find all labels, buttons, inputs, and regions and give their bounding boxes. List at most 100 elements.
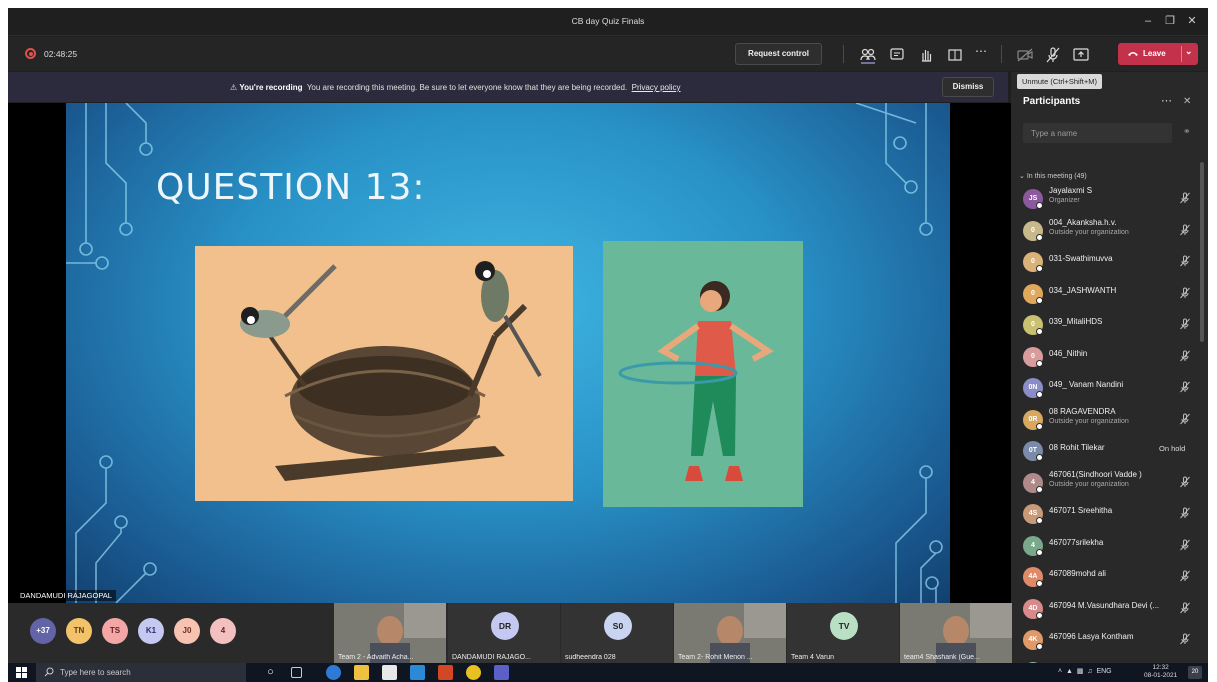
windows-start-icon[interactable] [16, 667, 27, 678]
powerpoint-icon[interactable] [438, 665, 453, 680]
participant-gallery-avatar[interactable]: TN [66, 618, 92, 644]
presence-status-icon [1036, 422, 1043, 430]
participant-gallery-avatar[interactable]: J0 [174, 618, 200, 644]
mic-off-icon [1180, 476, 1190, 487]
restore-icon[interactable]: ❐ [1158, 12, 1182, 30]
participant-video-tile[interactable]: Team 2- Rohit Menon ... [674, 603, 786, 663]
store-icon[interactable] [382, 665, 397, 680]
teams-icon[interactable] [494, 665, 509, 680]
participant-avatar: 0 [1023, 283, 1043, 304]
in-meeting-header[interactable]: ⌄ In this meeting (49) [1019, 172, 1087, 180]
chrome-icon[interactable] [466, 665, 481, 680]
participant-search-input[interactable] [1023, 123, 1172, 143]
tile-label: team4 Shashank (Gue... [904, 654, 980, 661]
participant-row[interactable]: 4D 467094 M.Vasundhara Devi (... [1011, 593, 1201, 625]
dismiss-button[interactable]: Dismiss [942, 77, 994, 97]
chevron-down-icon[interactable]: ⌄ [1185, 46, 1193, 57]
participant-gallery-avatar[interactable]: TS [102, 618, 128, 644]
participant-name: Jayalaxmi S [1049, 186, 1093, 195]
participant-row[interactable]: 4A 467089mohd ali [1011, 561, 1201, 593]
participant-name: 467089mohd ali [1049, 569, 1106, 578]
title-bar: CB day Quiz Finals – ❐ ✕ [8, 8, 1208, 36]
participant-name: 049_ Vanam Nandini [1049, 380, 1124, 389]
participant-status: On hold [1159, 444, 1186, 453]
participant-gallery-avatar[interactable]: K1 [138, 618, 164, 644]
panel-scrollbar[interactable] [1200, 162, 1204, 342]
participant-row[interactable]: JS Jayalaxmi S Organizer [1011, 183, 1201, 215]
camera-off-icon[interactable] [1016, 46, 1034, 64]
panel-more-icon[interactable]: ⋯ [1161, 94, 1173, 107]
participant-subtitle: Outside your organization [1049, 417, 1129, 425]
leave-button[interactable]: Leave ⌄ [1118, 43, 1198, 65]
presence-status-icon [1036, 296, 1043, 304]
taskbar-clock[interactable]: 12:32 08-01-2021 [1144, 664, 1177, 680]
mic-off-icon [1180, 350, 1190, 361]
participant-name: 034_JASHWANTH [1049, 285, 1117, 295]
mic-off-icon[interactable] [1044, 46, 1062, 64]
share-icon[interactable] [1072, 46, 1090, 64]
participant-subtitle: Outside your organization [1049, 480, 1129, 488]
close-icon[interactable]: ✕ [1180, 12, 1204, 30]
shared-screen: QUESTION 13: DANDAMUDI RAJAGOPAL [8, 103, 1011, 603]
participants-icon[interactable] [859, 46, 877, 64]
minimize-icon[interactable]: – [1136, 12, 1160, 30]
mic-off-icon [1180, 413, 1190, 424]
taskbar-search-placeholder: Type here to search [60, 668, 131, 677]
participant-row[interactable]: 0 039_MitaliHDS [1011, 309, 1201, 341]
participant-row[interactable]: 0N 049_ Vanam Nandini [1011, 372, 1201, 404]
mic-off-icon [1180, 570, 1190, 582]
panel-close-icon[interactable]: ✕ [1183, 96, 1191, 107]
request-control-button[interactable]: Request control [735, 43, 822, 65]
participant-avatar: 4A [1023, 567, 1043, 587]
mic-off-icon [1180, 633, 1190, 645]
participant-row[interactable]: 4K 467096 Lasya Kontham [1011, 624, 1201, 656]
privacy-policy-link[interactable]: Privacy policy [632, 83, 681, 92]
taskbar-search-box[interactable]: Type here to search [36, 663, 246, 682]
share-invite-icon[interactable]: ⚭ [1183, 126, 1197, 138]
presence-status-icon [1036, 391, 1043, 398]
participant-row[interactable]: 4 467061(Sindhoori Vadde ) Outside your or… [1011, 467, 1201, 499]
more-icon[interactable]: ⋯ [975, 44, 993, 62]
task-view-icon[interactable] [291, 667, 302, 678]
participant-row[interactable]: 0 046_Nithin [1011, 341, 1201, 373]
participant-video-tile[interactable]: team4 Shashank (Gue... [900, 603, 1012, 663]
raise-hand-icon[interactable] [917, 46, 935, 64]
participant-name: 467096 Lasya Kontham [1049, 632, 1134, 641]
presence-status-icon [1036, 233, 1043, 241]
presentation-slide: QUESTION 13: [66, 103, 950, 603]
edge-icon[interactable] [326, 665, 341, 680]
mic-off-icon [1180, 318, 1190, 330]
hula-hoop-woman-image [603, 241, 803, 507]
file-explorer-icon[interactable] [354, 665, 369, 680]
mail-icon[interactable] [410, 665, 425, 680]
participant-row[interactable]: 4S 467071 Sreehitha [1011, 498, 1201, 530]
participant-row[interactable]: 0 004_Akanksha.h.v. Outside your organizat… [1011, 215, 1201, 247]
participant-name: 004_Akanksha.h.v. [1049, 217, 1117, 227]
participant-gallery-avatar[interactable]: 4 [210, 618, 236, 644]
participant-name: 08 Rohit Tilekar [1049, 443, 1105, 452]
system-tray[interactable]: ˄ ▲ ▩ ♫ ENG [1058, 667, 1112, 675]
rooms-icon[interactable] [946, 46, 964, 64]
language-indicator[interactable]: ENG [1096, 668, 1111, 675]
participant-row[interactable]: 0 034_JASHWANTH [1011, 278, 1201, 310]
participant-row[interactable]: 0 031-Swathimuvva [1011, 246, 1201, 278]
participant-avatar-tile[interactable]: TV Team 4 Varun [787, 603, 899, 663]
participant-name: 467061(Sindhoori Vadde ) [1049, 469, 1142, 479]
presence-status-icon [1036, 643, 1043, 650]
overflow-participants-avatar[interactable]: +37 [30, 618, 56, 644]
participant-row[interactable]: 4 467077srilekha [1011, 530, 1201, 562]
participant-row[interactable]: 0R 08 RAGAVENDRA Outside your organization [1011, 404, 1201, 436]
in-meeting-count: In this meeting (49) [1026, 173, 1087, 180]
participant-name: 467071 Sreehitha [1049, 506, 1113, 515]
chat-icon[interactable] [888, 46, 906, 64]
cortana-icon[interactable]: ○ [263, 665, 278, 680]
notification-badge[interactable]: 20 [1188, 666, 1202, 679]
participant-subtitle: Organizer [1049, 197, 1080, 204]
participant-avatar: 4S [1023, 504, 1043, 524]
participant-avatar-tile[interactable]: DR DANDAMUDI RAJAGO... [448, 603, 560, 663]
participant-video-tile[interactable]: Team 2 - Advaith Acha... [334, 603, 446, 663]
slide-title: QUESTION 13: [156, 167, 426, 208]
participant-row[interactable]: 0T 08 Rohit Tilekar On hold [1011, 435, 1201, 467]
participant-avatar-tile[interactable]: S0 sudheendra 028 [561, 603, 673, 663]
presence-status-icon [1036, 328, 1043, 335]
